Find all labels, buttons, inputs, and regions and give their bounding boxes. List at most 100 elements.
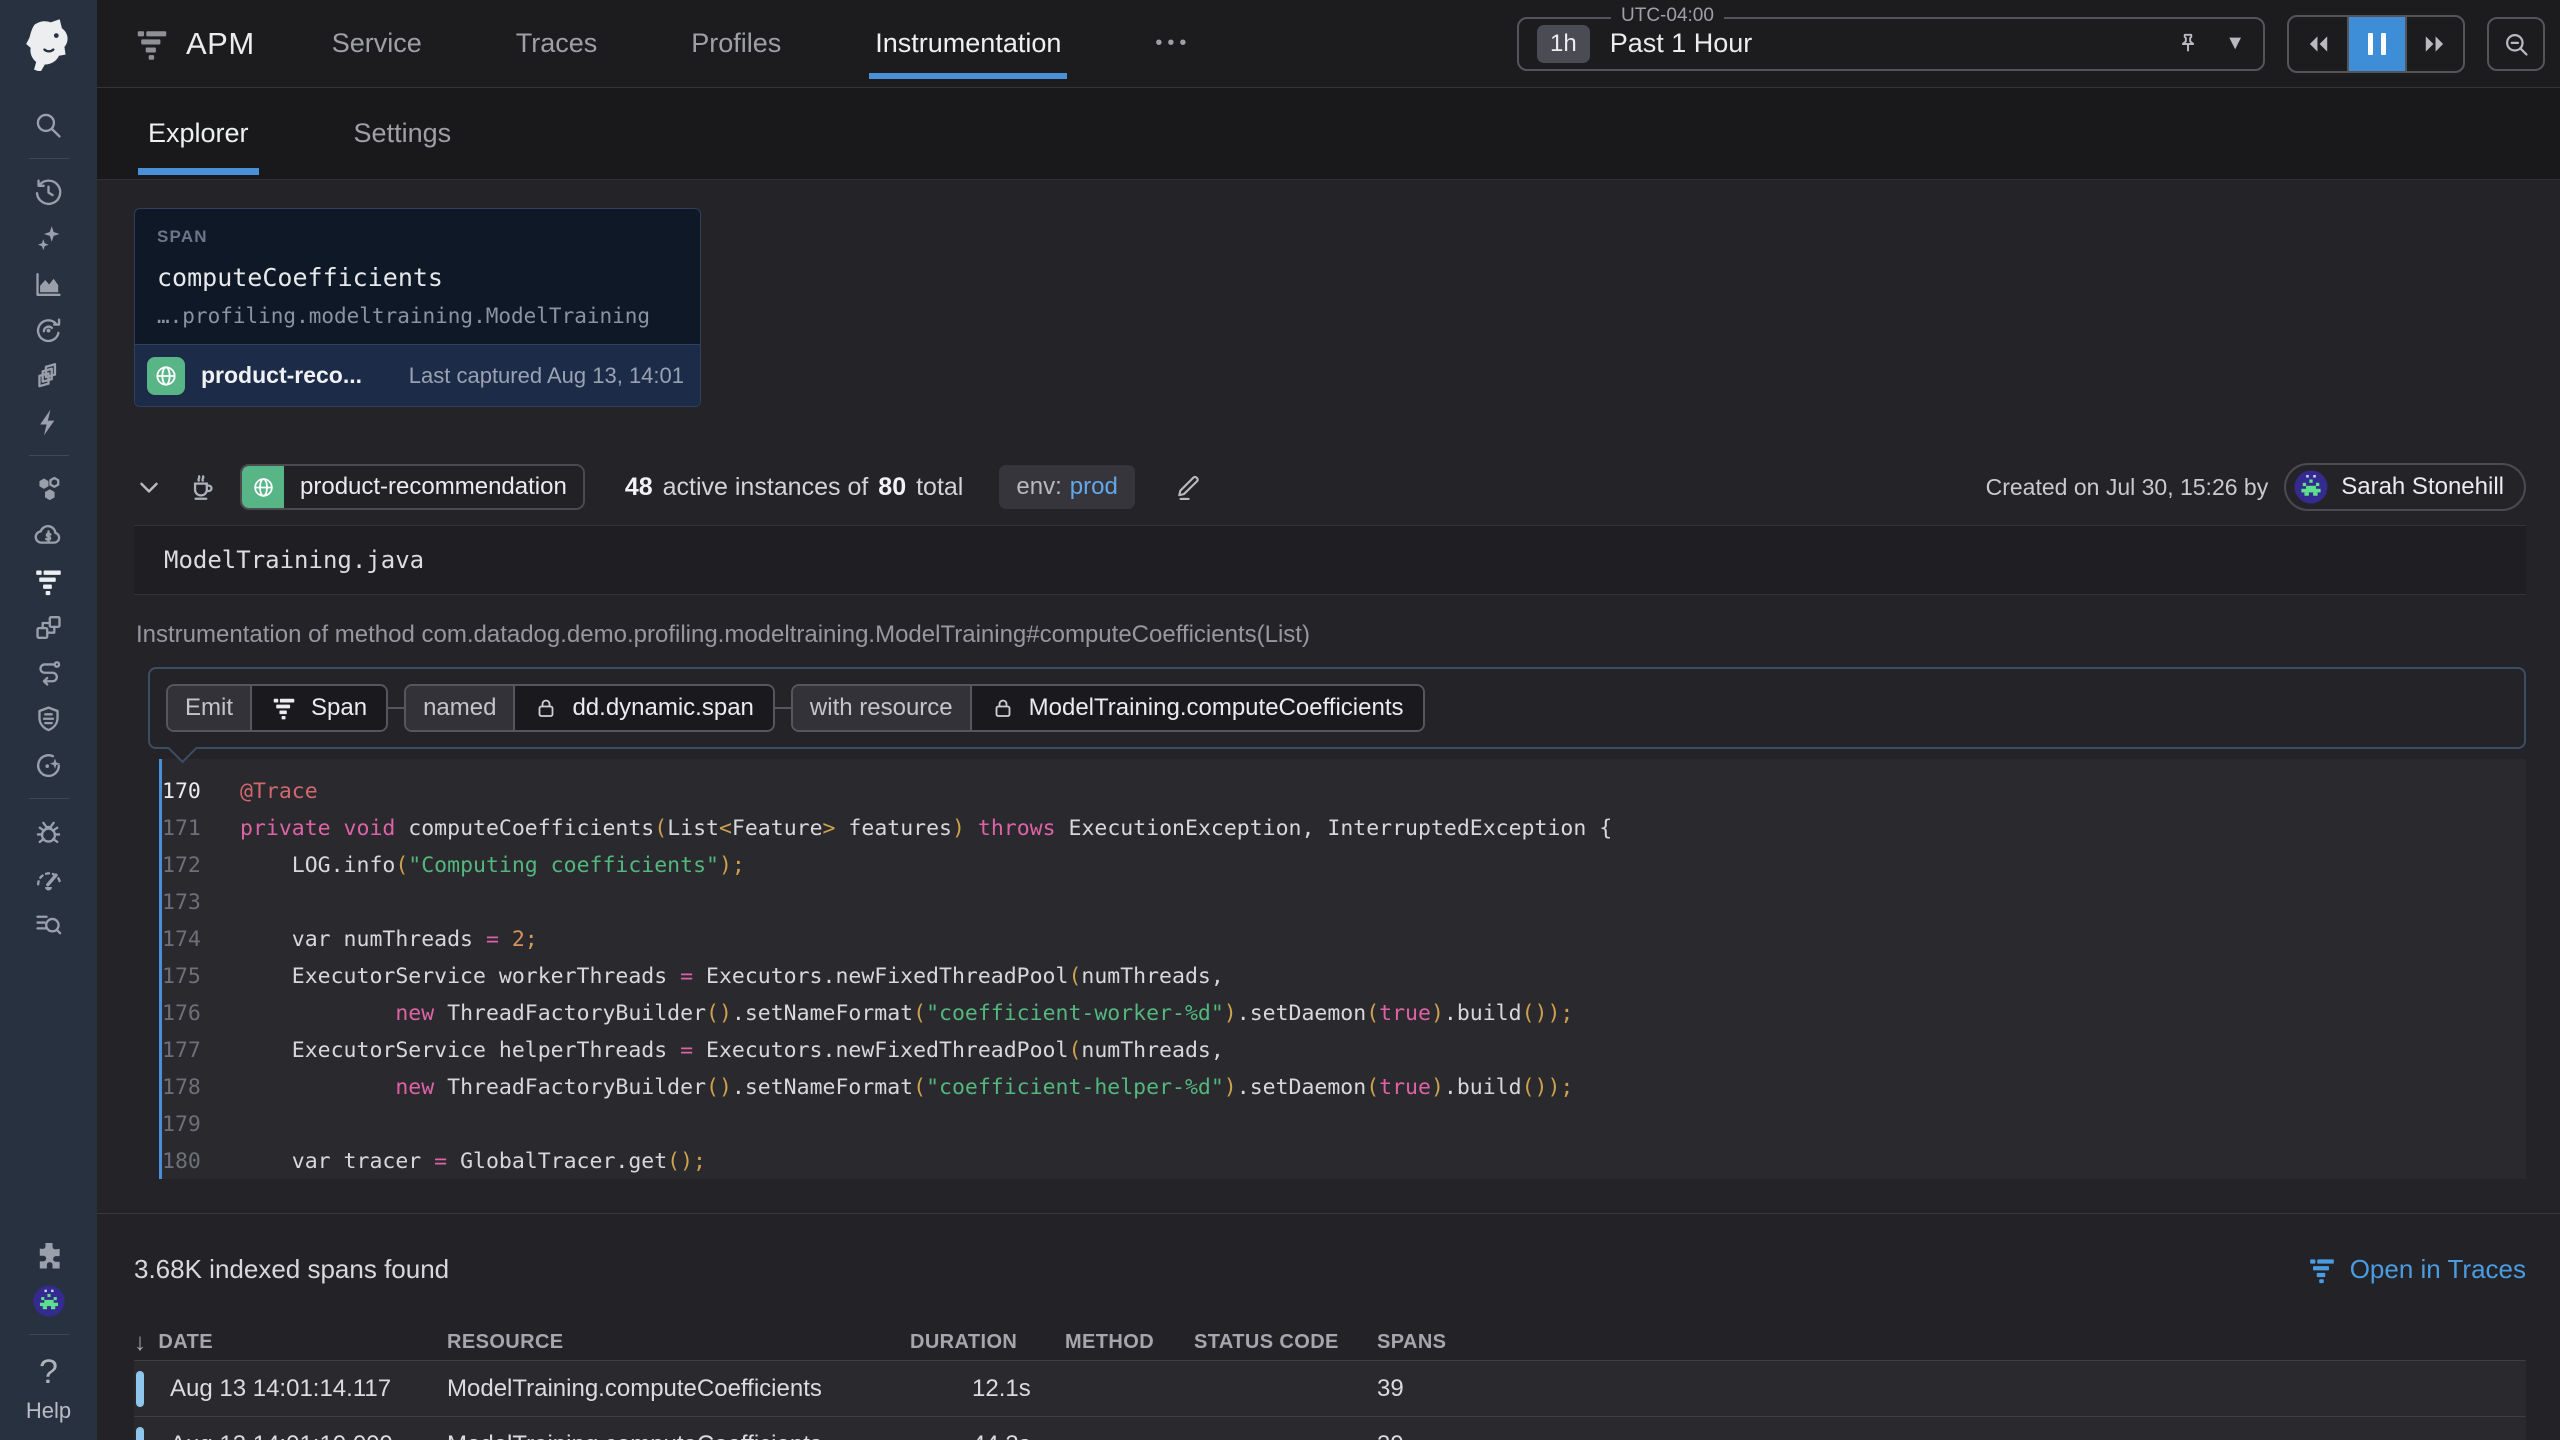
divider: [29, 158, 69, 159]
instrumentation-description: Instrumentation of method com.datadog.de…: [136, 621, 2526, 649]
span-card[interactable]: SPAN computeCoefficients ….profiling.mod…: [134, 208, 701, 407]
span-title: computeCoefficients: [157, 263, 678, 292]
file-name-header: ModelTraining.java: [134, 525, 2526, 595]
ci-pipelines-icon[interactable]: [27, 650, 71, 696]
synthetics-icon[interactable]: [27, 307, 71, 353]
apm-flame-graph-icon: [134, 26, 170, 62]
column-header-spans: SPANS: [1377, 1331, 2526, 1354]
collapse-chevron-icon[interactable]: [134, 472, 164, 502]
connector-line: [388, 707, 404, 709]
top-navigation: APM Service Traces Profiles Instrumentation…: [97, 0, 2560, 88]
help-button[interactable]: ? Help: [26, 1345, 71, 1430]
spans-found-count: 3.68K indexed spans found: [134, 1254, 449, 1285]
line-number: 177: [162, 1032, 240, 1069]
created-on-label: Created on Jul 30, 15:26 by: [1986, 474, 2269, 501]
service-header-row: product-recommendation 48 active instanc…: [134, 463, 2526, 511]
time-range-label: Past 1 Hour: [1610, 28, 1753, 59]
tab-explorer[interactable]: Explorer: [148, 88, 249, 179]
pause-button[interactable]: [2347, 17, 2405, 71]
time-range-badge[interactable]: 1h: [1537, 25, 1590, 63]
open-in-traces-link[interactable]: Open in Traces: [2307, 1254, 2526, 1285]
line-number: 170: [162, 773, 240, 810]
indexed-spans-section: 3.68K indexed spans found Open in Traces…: [97, 1213, 2560, 1440]
line-number: 171: [162, 810, 240, 847]
code-text: new ThreadFactoryBuilder().setNameFormat…: [240, 1069, 1573, 1106]
instances-summary: 48 active instances of 80 total: [625, 473, 964, 502]
rewind-icon: [2305, 31, 2331, 57]
code-line-177: 177 ExecutorService helperThreads = Exec…: [162, 1032, 2526, 1069]
sidebar-nav: [0, 88, 97, 947]
column-header-date[interactable]: ↓DATE: [134, 1329, 447, 1357]
cloud-cost-icon[interactable]: [27, 512, 71, 558]
total-instances-count: 80: [878, 473, 906, 502]
infrastructure-icon[interactable]: [27, 353, 71, 399]
date-cell: Aug 13 14:01:14.117: [134, 1371, 447, 1407]
span-card-footer: product-reco... Last captured Aug 13, 14…: [135, 344, 700, 406]
history-icon[interactable]: [27, 169, 71, 215]
nav-tab-instrumentation[interactable]: Instrumentation: [875, 0, 1061, 87]
time-range-picker[interactable]: UTC-04:00 1h Past 1 Hour ▼: [1517, 17, 2265, 71]
emit-type-control[interactable]: Emit Span: [166, 684, 388, 732]
product-title: APM: [186, 26, 255, 62]
lock-icon: [991, 696, 1015, 720]
log-explorer-icon[interactable]: [27, 901, 71, 947]
code-line-178: 178 new ThreadFactoryBuilder().setNameFo…: [162, 1069, 2526, 1106]
more-tabs-button[interactable]: •••: [1155, 32, 1191, 55]
datadog-dog-icon: [22, 17, 76, 71]
row-indicator-bar: [136, 1427, 144, 1440]
sort-desc-icon: ↓: [134, 1329, 146, 1357]
code-line-179: 179: [162, 1106, 2526, 1143]
code-text: new ThreadFactoryBuilder().setNameFormat…: [240, 995, 1573, 1032]
code-text: @Trace: [240, 773, 318, 810]
rum-icon[interactable]: [27, 855, 71, 901]
env-tag[interactable]: env: prod: [999, 465, 1134, 509]
watchdog-icon[interactable]: [27, 742, 71, 788]
error-tracking-icon[interactable]: [27, 809, 71, 855]
author-chip[interactable]: Sarah Stonehill: [2284, 463, 2526, 511]
containers-icon[interactable]: [27, 466, 71, 512]
apm-brand[interactable]: APM: [134, 26, 255, 62]
pin-icon[interactable]: [2175, 31, 2201, 57]
tab-settings[interactable]: Settings: [354, 88, 452, 179]
datadog-logo[interactable]: [0, 0, 97, 88]
column-header-duration: DURATION: [910, 1331, 1065, 1354]
help-label: Help: [26, 1398, 71, 1424]
web-service-icon: [242, 466, 284, 508]
code-text: var numThreads = 2;: [240, 921, 538, 958]
nav-tab-traces[interactable]: Traces: [516, 0, 598, 87]
line-number: 179: [162, 1106, 240, 1143]
spans-cell: 39: [1377, 1431, 2526, 1440]
with-resource-label: with resource: [793, 686, 972, 730]
apm-icon[interactable]: [27, 558, 71, 604]
span-type-icon: [271, 695, 297, 721]
service-map-icon[interactable]: [27, 604, 71, 650]
code-viewer: 170@Trace171private void computeCoeffici…: [159, 759, 2526, 1179]
search-icon[interactable]: [27, 102, 71, 148]
service-name: product-recommendation: [284, 466, 583, 508]
integrations-icon[interactable]: [27, 1232, 71, 1278]
nav-tab-service[interactable]: Service: [332, 0, 422, 87]
span-table-row[interactable]: Aug 13 14:01:14.117ModelTraining.compute…: [134, 1361, 2526, 1417]
nav-tab-profiles[interactable]: Profiles: [691, 0, 781, 87]
metrics-icon[interactable]: [27, 261, 71, 307]
service-pill[interactable]: product-recommendation: [240, 464, 585, 510]
sidebar-bottom: ? Help: [0, 1232, 97, 1440]
bits-ai-icon[interactable]: [27, 215, 71, 261]
span-name-control[interactable]: named dd.dynamic.span: [404, 684, 775, 732]
security-icon[interactable]: [27, 696, 71, 742]
chevron-down-icon[interactable]: ▼: [2225, 32, 2245, 55]
instrumentation-rule-box: Emit Span named: [148, 667, 2526, 749]
named-label: named: [406, 686, 515, 730]
rewind-button[interactable]: [2289, 17, 2347, 71]
emit-type-value: Span: [311, 694, 367, 722]
resource-control[interactable]: with resource ModelTraining.computeCoeff…: [791, 684, 1425, 732]
events-icon[interactable]: [27, 399, 71, 445]
fast-forward-button[interactable]: [2405, 17, 2463, 71]
java-icon: [186, 471, 218, 503]
user-avatar[interactable]: [27, 1278, 71, 1324]
zoom-out-button[interactable]: [2487, 17, 2545, 71]
pause-icon: [2368, 33, 2373, 55]
edit-pencil-icon[interactable]: [1173, 472, 1203, 502]
last-captured-label: Last captured Aug 13, 14:01: [409, 363, 684, 389]
span-table-row[interactable]: Aug 13 14:01:10.009ModelTraining.compute…: [134, 1417, 2526, 1440]
